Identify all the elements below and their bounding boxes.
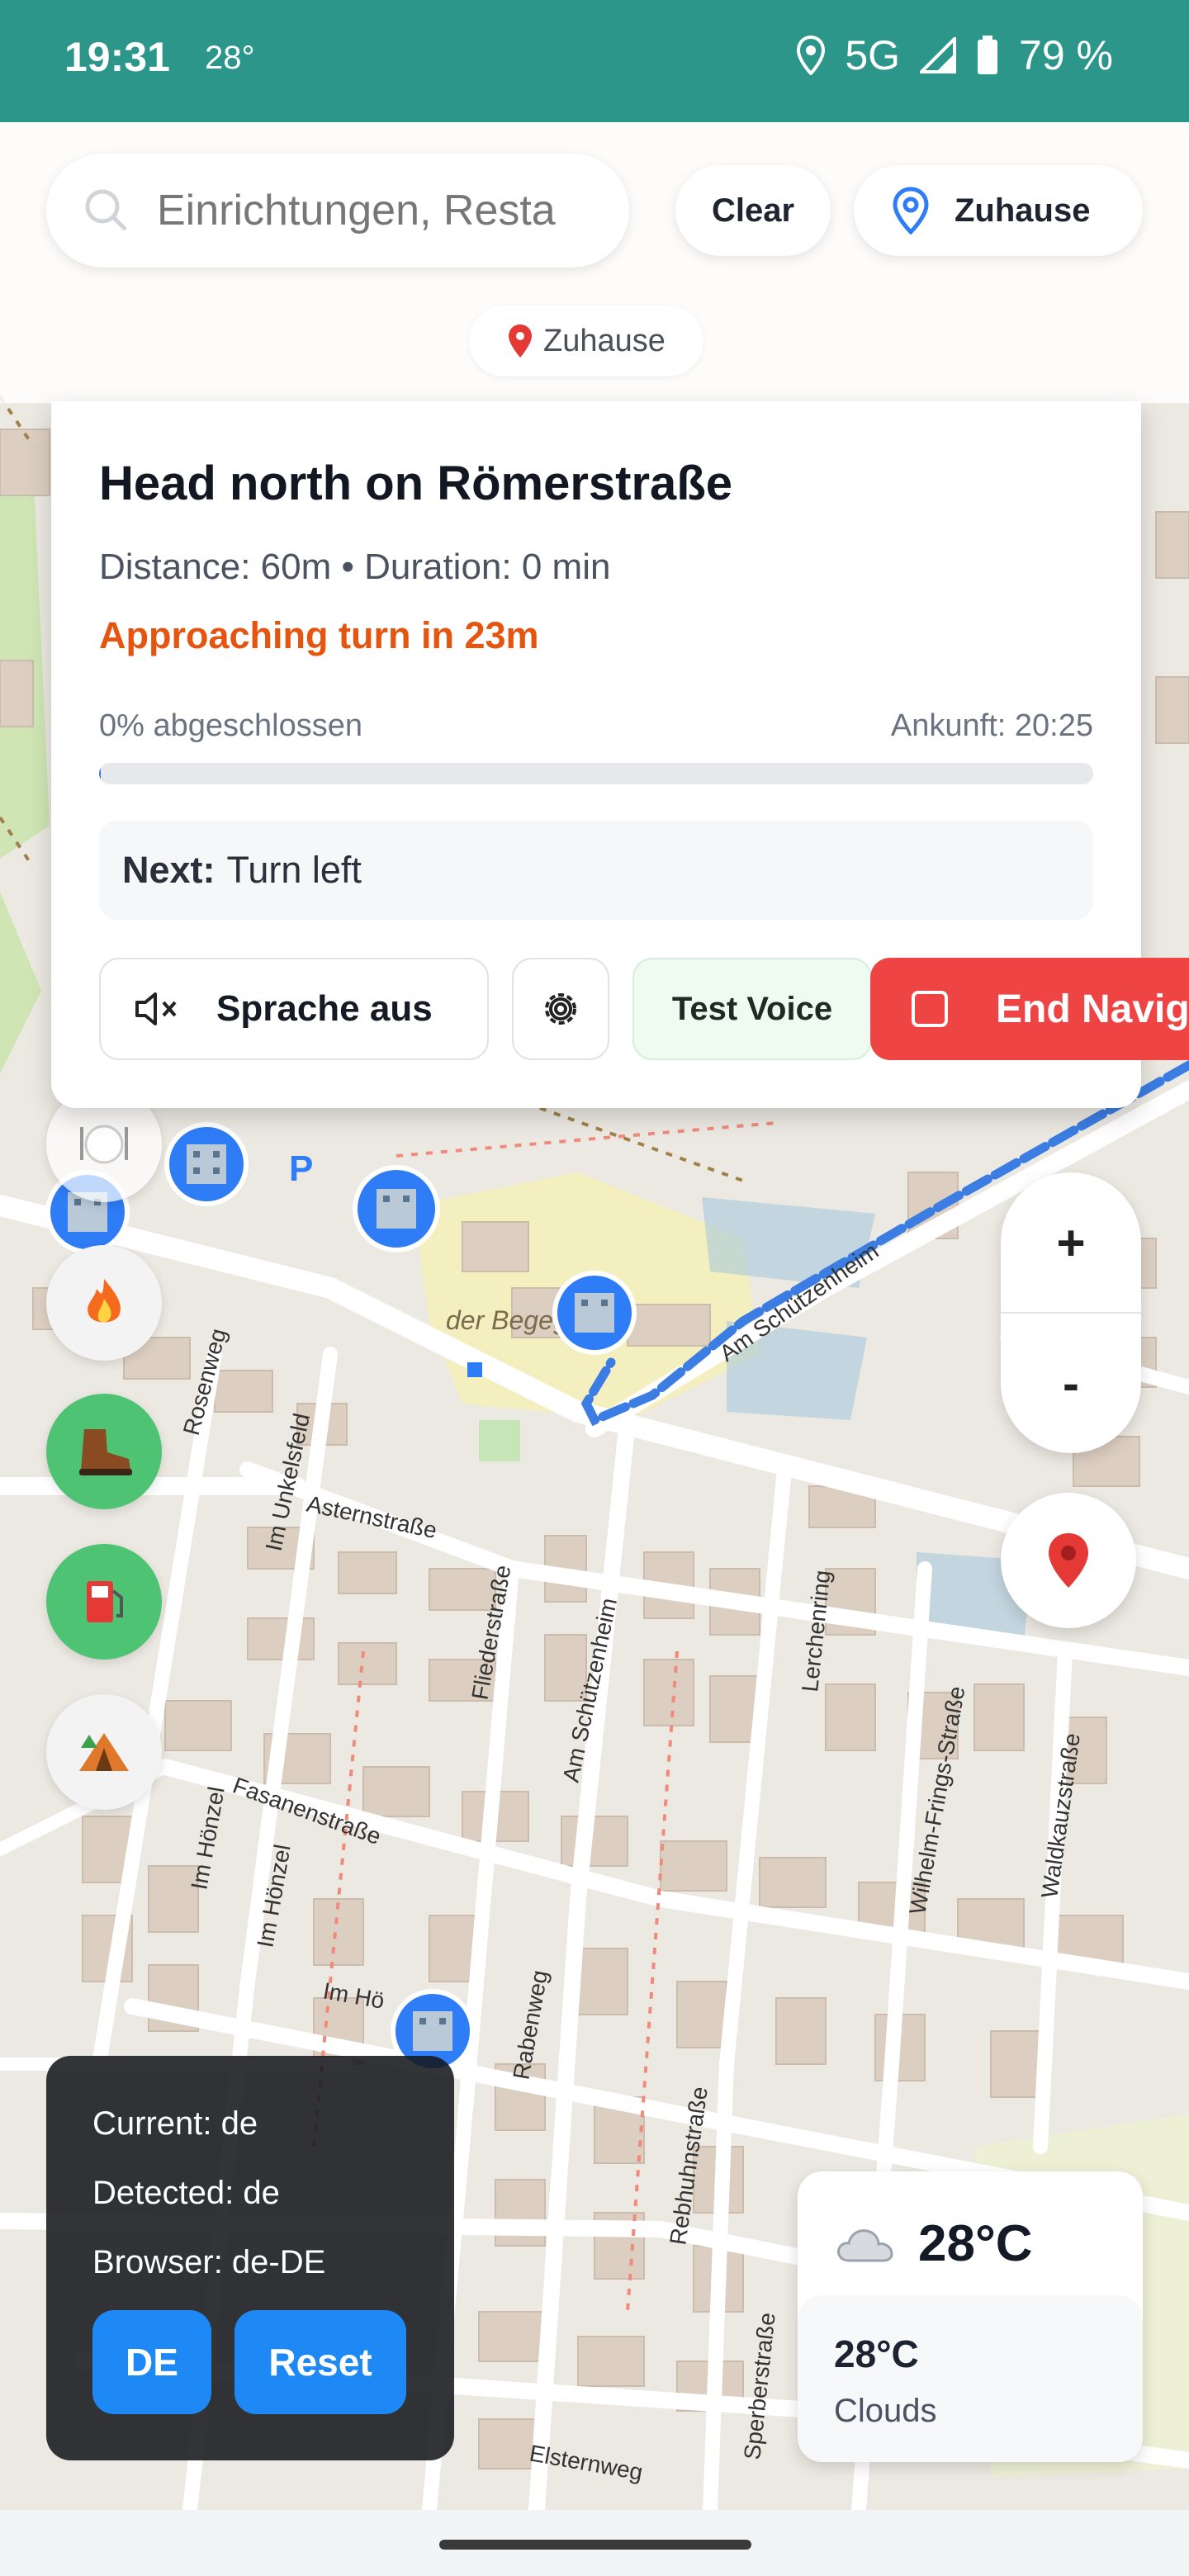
poi-building-icon[interactable]: [164, 1122, 249, 1206]
navigation-card: Head north on Römerstraße Distance: 60m …: [51, 401, 1189, 1108]
green-patch: [479, 1420, 520, 1461]
weather-temperature: 28°C: [918, 2215, 1033, 2272]
arrival-time: Ankunft: 20:25: [890, 708, 1093, 743]
cloud-icon: [837, 2228, 893, 2261]
status-bar: 19:31 28° 5G 79 %: [0, 0, 1189, 122]
parking-icon: P: [289, 1148, 313, 1189]
locate-button[interactable]: [1001, 1493, 1136, 1628]
poi-building-icon[interactable]: [353, 1165, 440, 1252]
location-chip-label: Zuhause: [543, 323, 666, 358]
navigation-instruction: Head north on Römerstraße: [99, 457, 732, 510]
end-navigation-button[interactable]: End Naviga: [870, 958, 1189, 1060]
stop-icon: [912, 991, 948, 1027]
progress-bar: [99, 763, 1093, 784]
fire-icon: [88, 1279, 121, 1323]
signal-icon: [920, 37, 957, 73]
weather-temperature-detail: 28°C: [834, 2332, 919, 2375]
language-panel: Current: de Detected: de Browser: de-DE …: [46, 2056, 454, 2460]
fuel-icon: [87, 1581, 123, 1622]
home-button[interactable]: Zuhause: [854, 165, 1143, 256]
gear-icon: [545, 993, 576, 1025]
home-button-label: Zuhause: [955, 192, 1091, 229]
next-step: Next: Turn left: [99, 821, 1093, 920]
weather-description: Clouds: [834, 2393, 937, 2429]
language-reset-button[interactable]: Reset: [234, 2310, 406, 2414]
restaurant-icon: [80, 1125, 128, 1164]
poi-building-icon[interactable]: [552, 1271, 637, 1355]
next-step-value: Turn left: [226, 849, 362, 891]
voice-toggle-button[interactable]: Sprache aus: [99, 958, 489, 1060]
search-bar[interactable]: [46, 154, 629, 268]
language-current: Current: de: [92, 2105, 258, 2142]
progress-label: 0% abgeschlossen: [99, 708, 362, 743]
zoom-out-button[interactable]: -: [1001, 1313, 1141, 1453]
red-pin-icon: [509, 324, 532, 358]
navigation-meta: Distance: 60m • Duration: 0 min: [99, 547, 611, 587]
weather-details: 28°C Clouds: [798, 2295, 1143, 2462]
zoom-control: + -: [1001, 1172, 1141, 1453]
test-voice-button[interactable]: Test Voice: [632, 958, 872, 1060]
language-detected: Detected: de: [92, 2175, 280, 2211]
clear-button[interactable]: Clear: [675, 165, 831, 256]
progress-bar-fill: [99, 763, 102, 784]
speaker-muted-icon: [135, 992, 177, 1025]
status-temperature: 28°: [205, 40, 255, 76]
end-navigation-label: End Naviga: [996, 987, 1189, 1031]
weather-widget[interactable]: 28°C 28°C Clouds: [798, 2171, 1143, 2462]
battery-level: 79 %: [1019, 32, 1113, 78]
battery-icon: [978, 36, 998, 74]
fire-category-button[interactable]: [46, 1245, 162, 1361]
voice-toggle-label: Sprache aus: [216, 988, 433, 1029]
hiking-category-button[interactable]: [46, 1394, 162, 1509]
system-nav-bar: [0, 2510, 1189, 2576]
turn-warning: Approaching turn in 23m: [99, 614, 539, 656]
search-header: Clear Zuhause Zuhause: [0, 122, 1189, 403]
language-browser: Browser: de-DE: [92, 2244, 326, 2280]
red-pin-icon: [1049, 1533, 1088, 1588]
fuel-category-button[interactable]: [46, 1544, 162, 1660]
home-gesture-handle[interactable]: [439, 2540, 751, 2550]
camping-category-button[interactable]: [46, 1694, 162, 1810]
voice-settings-button[interactable]: [512, 958, 609, 1060]
poi-marker-small: [467, 1362, 482, 1377]
search-icon: [85, 189, 127, 231]
search-input[interactable]: [157, 186, 619, 235]
next-step-prefix: Next:: [122, 849, 216, 891]
zoom-in-button[interactable]: +: [1001, 1172, 1141, 1313]
network-type: 5G: [845, 32, 901, 78]
location-icon: [797, 36, 826, 75]
language-de-button[interactable]: DE: [92, 2310, 211, 2414]
hiking-boot-icon: [79, 1429, 132, 1475]
map-pin-icon: [893, 187, 929, 234]
status-time: 19:31: [64, 34, 170, 80]
camping-icon: [79, 1733, 129, 1771]
location-chip[interactable]: Zuhause: [469, 305, 703, 376]
